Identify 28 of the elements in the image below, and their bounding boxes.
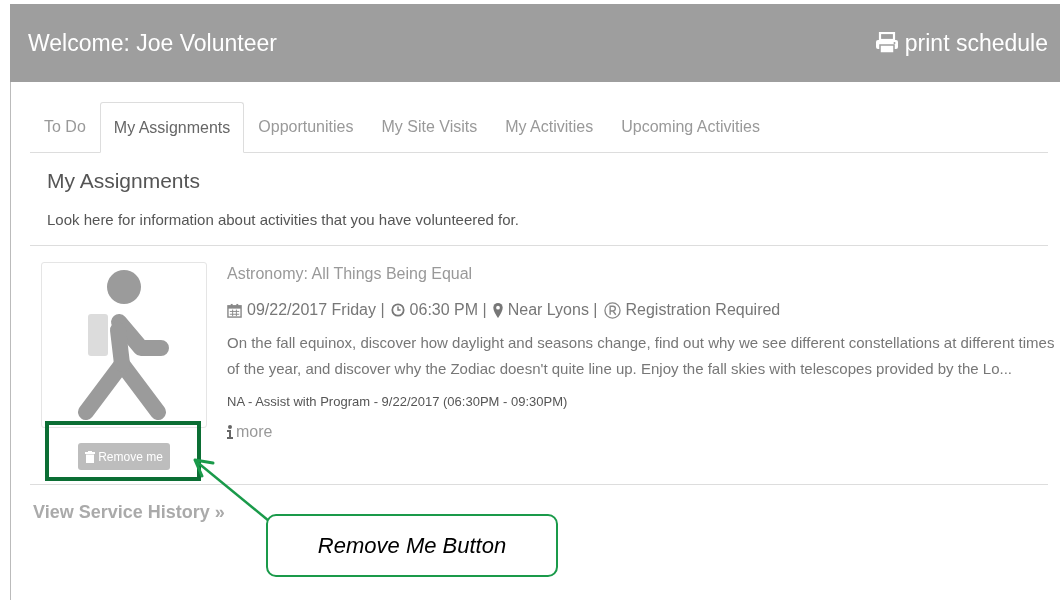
- map-pin-icon: [492, 302, 503, 318]
- view-service-history-link[interactable]: View Service History »: [33, 502, 225, 522]
- tab[interactable]: My Site Visits: [367, 102, 492, 152]
- callout-text: Remove Me Button: [317, 532, 507, 560]
- shift-details: NA - Assist with Program - 9/22/2017 (06:30PM - 09:30PM): [227, 393, 569, 411]
- activity-description: On the fall equinox, discover how daylight and seasons change, find out why we see different constellations at different times of the year, and discover why the Zodiac doesn't quite line up. Enjoy the fall skies with telescopes provided by the Lo...: [227, 333, 1056, 379]
- printer-icon: [874, 32, 899, 54]
- welcome-title: Welcome: Joe Volunteer: [28, 28, 277, 58]
- meta-text: 09/22/2017 Friday |: [247, 300, 385, 320]
- remove-me-button[interactable]: Remove me: [78, 443, 170, 470]
- trash-icon: [85, 450, 96, 463]
- clock-icon: [390, 303, 405, 317]
- print-schedule-link[interactable]: print schedule: [874, 25, 1048, 61]
- meta-text: 06:30 PM |: [409, 300, 487, 320]
- section-title: My Assignments: [47, 168, 201, 194]
- section-description: Look here for information about activities that you have volunteered for.: [47, 209, 520, 230]
- calendar-icon: [227, 302, 242, 318]
- more-link[interactable]: more: [227, 419, 1057, 444]
- activity-title: Astronomy: All Things Being Equal: [227, 264, 474, 284]
- tab[interactable]: My Assignments: [99, 102, 245, 153]
- meta-text: Near Lyons |: [507, 300, 598, 320]
- info-icon: [227, 424, 233, 439]
- tab[interactable]: My Activities: [491, 102, 608, 152]
- tab[interactable]: To Do: [30, 102, 100, 152]
- tab[interactable]: Upcoming Activities: [607, 102, 774, 152]
- meta-text: Registration Required: [625, 300, 781, 320]
- registered-icon: [603, 301, 621, 319]
- tab[interactable]: Opportunities: [244, 102, 368, 152]
